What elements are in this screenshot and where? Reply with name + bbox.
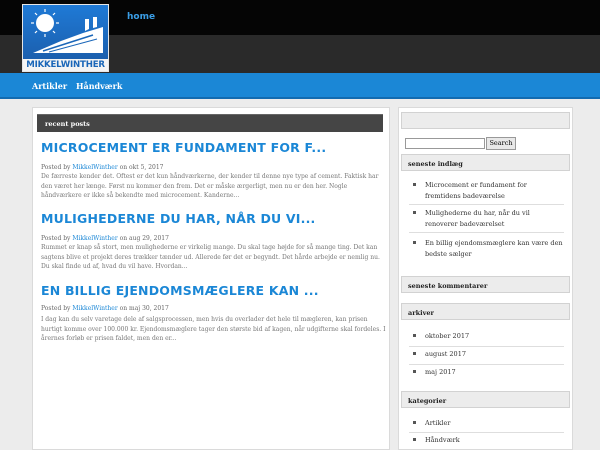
post-date: okt 5, 2017: [129, 164, 164, 171]
post-title[interactable]: EN BILLIG EJENDOMSMÆGLERE KAN ...: [41, 283, 319, 298]
on-label: on: [119, 235, 128, 242]
post-title[interactable]: MULIGHEDERNE DU HAR, NÅR DU VI...: [41, 211, 316, 226]
main-nav: Artikler Håndværk: [0, 73, 600, 99]
post-author-link[interactable]: MikkelWinther: [72, 235, 117, 242]
archive-label: august 2017: [425, 350, 466, 358]
post-meta: Posted by MikkelWinther on aug 29, 2017: [41, 235, 169, 242]
main-content: recent posts MICROCEMENT ER FUNDAMENT FO…: [32, 107, 390, 450]
top-home-link[interactable]: home: [127, 12, 155, 22]
search-button[interactable]: Search: [486, 137, 516, 150]
on-label: on: [119, 305, 128, 312]
category-label: Artikler: [425, 419, 451, 427]
post-date: aug 29, 2017: [129, 235, 169, 242]
archive-label: maj 2017: [425, 368, 456, 376]
divider: [409, 432, 564, 433]
site-header: MIKKELWINTHER home: [0, 0, 600, 73]
section-title-bar: recent posts: [37, 114, 383, 132]
post-excerpt: De færreste kender det. Oftest er det ku…: [41, 173, 379, 199]
archive-widget-title: arkiver: [401, 303, 570, 320]
posted-by-label: Posted by: [41, 305, 71, 312]
nav-item-artikler[interactable]: Artikler: [32, 81, 67, 91]
post-meta: Posted by MikkelWinther on maj 30, 2017: [41, 305, 169, 312]
divider: [409, 232, 564, 233]
divider: [409, 204, 564, 205]
site-logo[interactable]: MIKKELWINTHER: [22, 4, 109, 72]
recent-post-label: Microcement er fundament for fremtidens …: [425, 181, 527, 200]
post-title[interactable]: MICROCEMENT ER FUNDAMENT FOR F...: [41, 140, 326, 155]
category-link[interactable]: Håndværk: [413, 435, 563, 446]
categories-widget-title: kategorier: [401, 391, 570, 408]
divider: [409, 346, 564, 347]
bullet-icon: [413, 352, 416, 355]
divider: [409, 364, 564, 365]
recent-post-link[interactable]: Microcement er fundament for fremtidens …: [413, 180, 563, 201]
bullet-icon: [413, 421, 416, 424]
bullet-icon: [413, 211, 416, 214]
posted-by-label: Posted by: [41, 164, 71, 171]
recent-comments-widget-title: seneste kommentarer: [401, 276, 570, 293]
post-excerpt: Rummet er knap så stort, men mulighedern…: [41, 244, 380, 270]
recent-posts-widget-title: seneste indlæg: [401, 154, 570, 171]
logo-graphic-icon: [31, 9, 103, 53]
post-author-link[interactable]: MikkelWinther: [72, 305, 117, 312]
logo-text: MIKKELWINTHER: [23, 59, 108, 71]
post-meta: Posted by MikkelWinther on okt 5, 2017: [41, 164, 164, 171]
archive-label: oktober 2017: [425, 332, 470, 340]
archive-link[interactable]: maj 2017: [413, 367, 563, 378]
recent-post-label: En billig ejendomsmæglere kan være den b…: [425, 239, 563, 258]
section-title: recent posts: [45, 120, 90, 128]
post-excerpt: I dag kan du selv varetage dele af salgs…: [41, 316, 386, 342]
recent-post-link[interactable]: Mulighederne du har, når du vil renovere…: [413, 208, 563, 229]
bullet-icon: [413, 370, 416, 373]
archive-link[interactable]: oktober 2017: [413, 331, 563, 342]
post-author-link[interactable]: MikkelWinther: [72, 164, 117, 171]
archive-link[interactable]: august 2017: [413, 349, 563, 360]
bullet-icon: [413, 334, 416, 337]
sidebar: Search seneste indlæg Microcement er fun…: [398, 107, 573, 450]
bullet-icon: [413, 438, 416, 441]
category-link[interactable]: Artikler: [413, 418, 563, 429]
sidebar-top-bar: [401, 112, 570, 129]
post-date: maj 30, 2017: [129, 305, 169, 312]
recent-post-label: Mulighederne du har, når du vil renovere…: [425, 209, 530, 228]
category-label: Håndværk: [425, 436, 460, 444]
search-input[interactable]: [405, 138, 485, 149]
recent-post-link[interactable]: En billig ejendomsmæglere kan være den b…: [413, 238, 563, 259]
bullet-icon: [413, 241, 416, 244]
nav-item-handvaerk[interactable]: Håndværk: [76, 81, 122, 91]
on-label: on: [119, 164, 128, 171]
posted-by-label: Posted by: [41, 235, 71, 242]
bullet-icon: [413, 183, 416, 186]
